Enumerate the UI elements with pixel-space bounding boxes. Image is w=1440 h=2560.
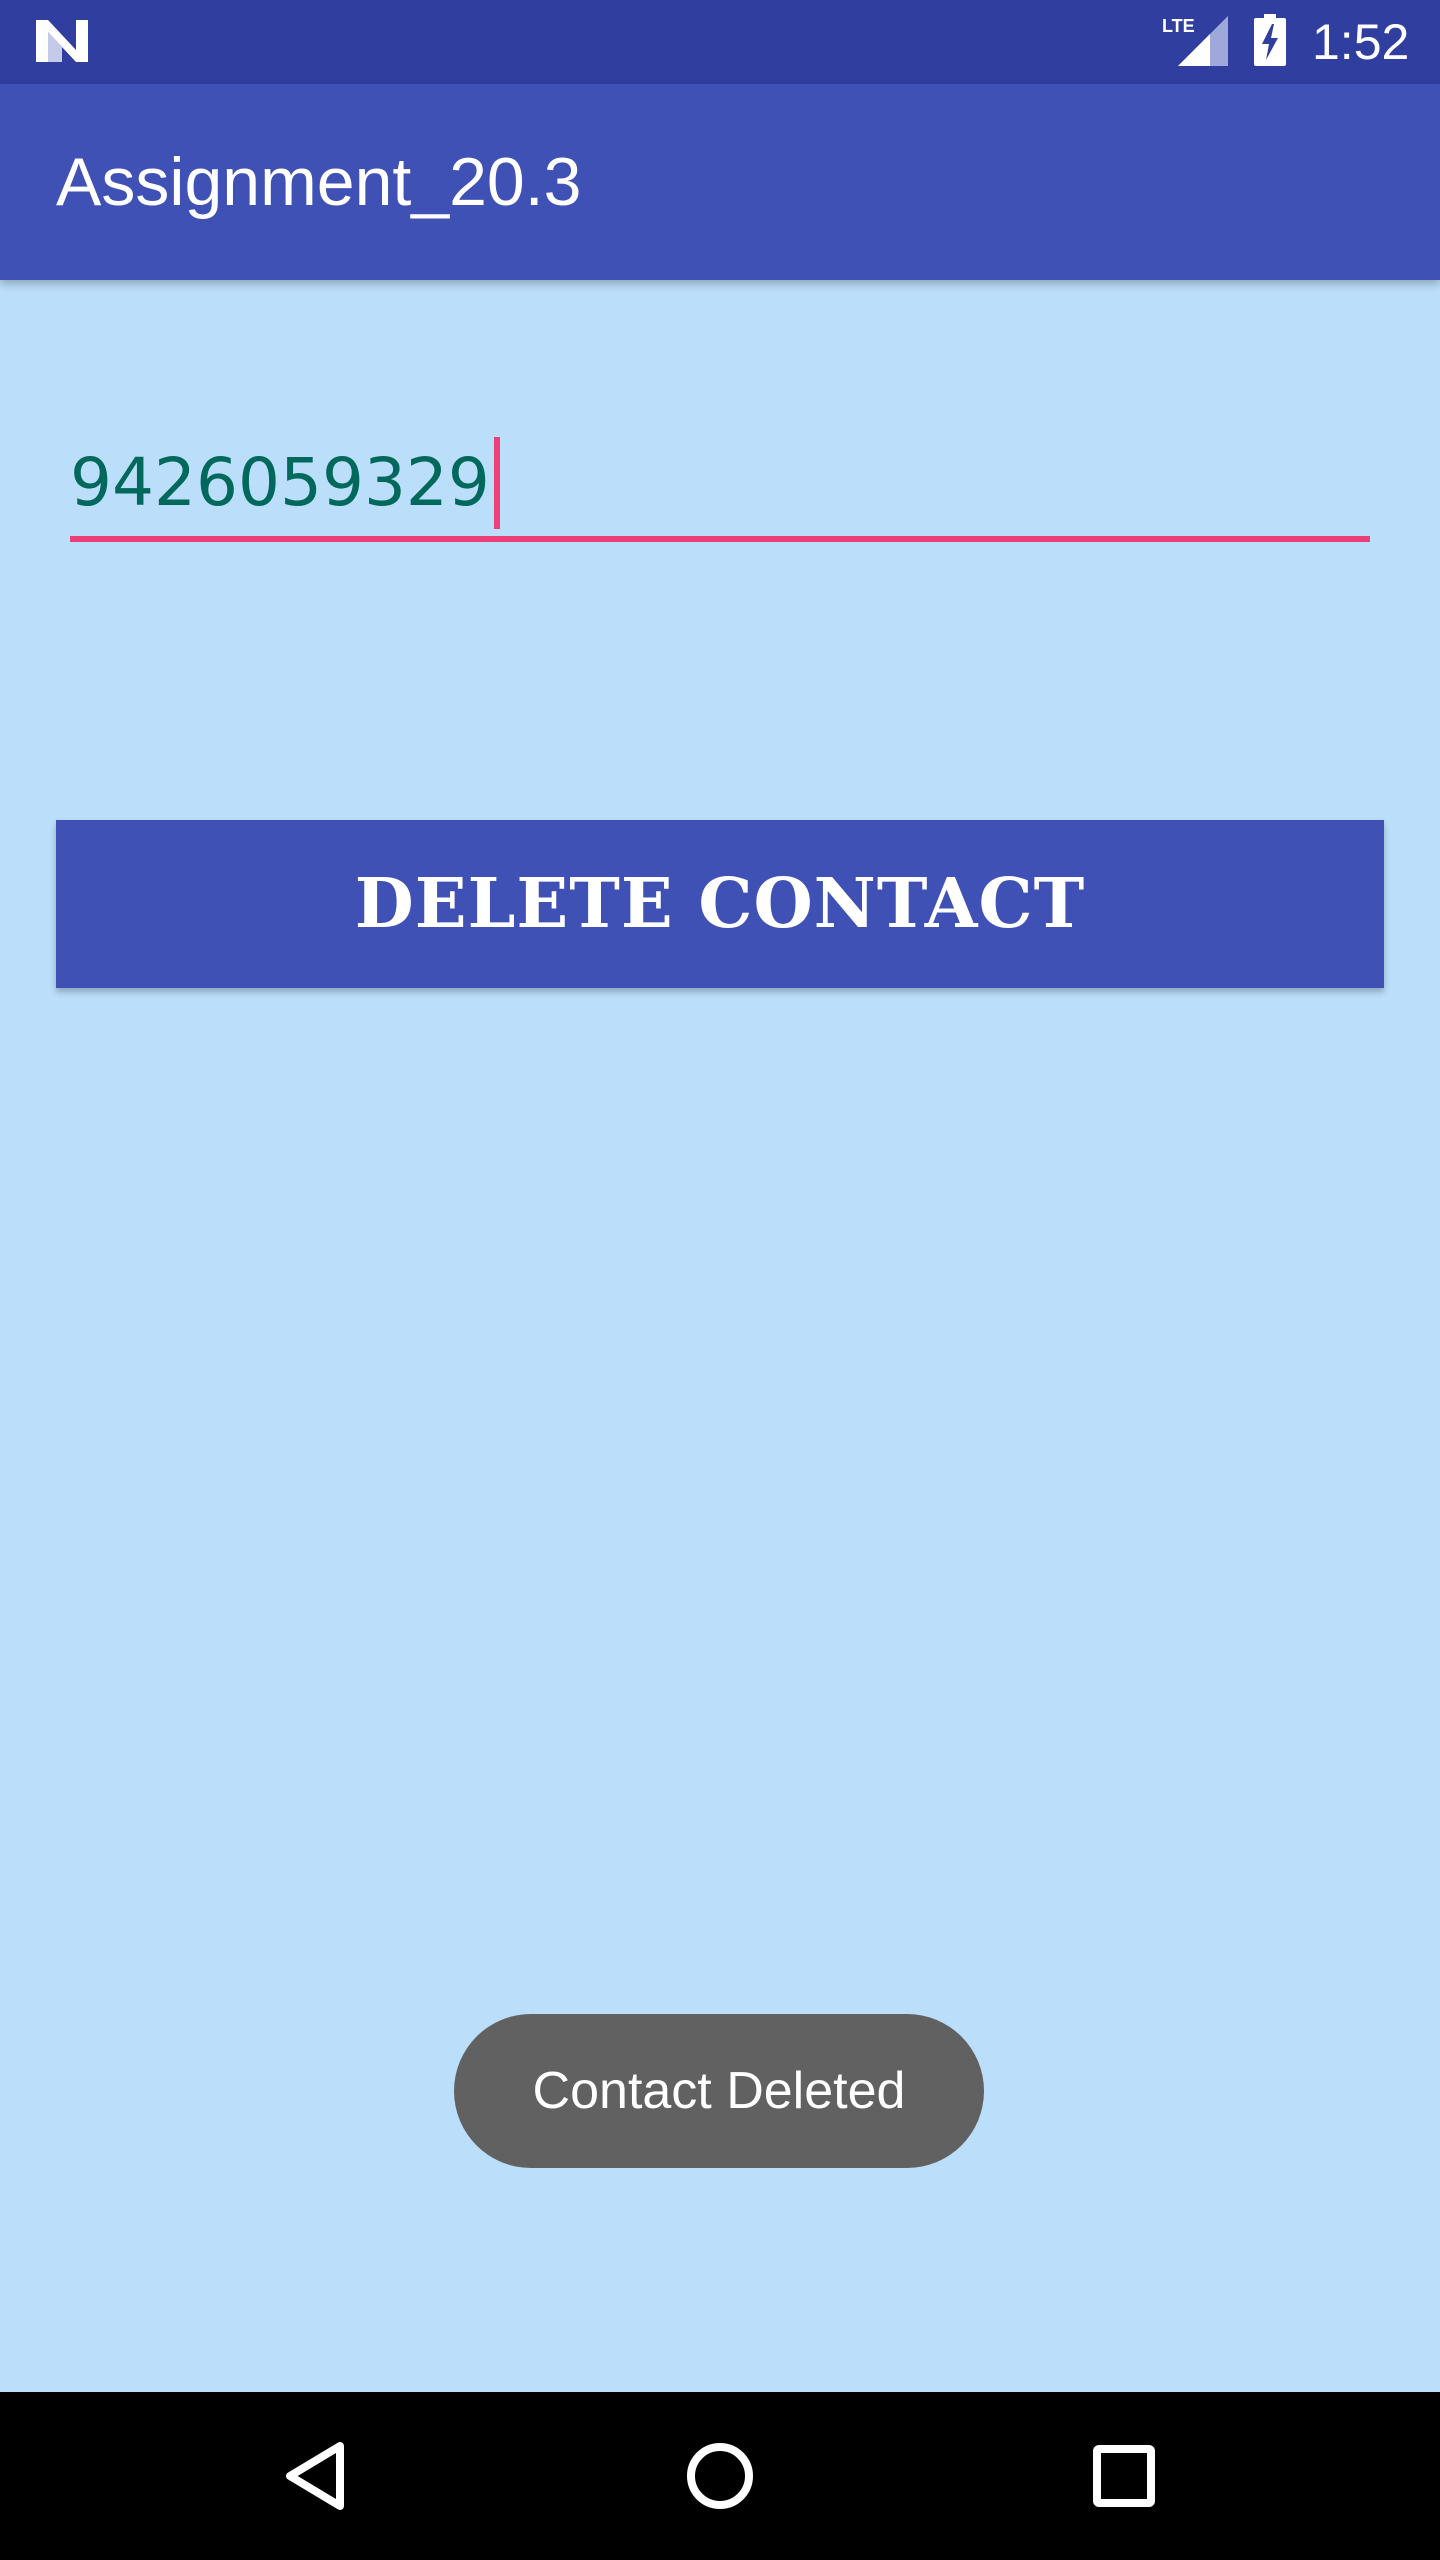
app-screen: LTE 1:52 Assignment_20.3 9426059329 DELE… — [0, 0, 1440, 2560]
back-triangle-icon[interactable] — [266, 2426, 366, 2526]
delete-contact-button[interactable]: DELETE CONTACT — [56, 820, 1384, 988]
text-cursor — [493, 437, 500, 529]
phone-number-value: 9426059329 — [70, 444, 490, 521]
battery-charging-icon — [1254, 14, 1286, 66]
app-bar: Assignment_20.3 — [0, 84, 1440, 280]
status-clock: 1:52 — [1312, 14, 1410, 70]
home-circle-icon[interactable] — [670, 2426, 770, 2526]
n-logo-icon — [36, 20, 88, 62]
recents-square-icon[interactable] — [1074, 2426, 1174, 2526]
status-bar: LTE 1:52 — [0, 0, 1440, 84]
app-title: Assignment_20.3 — [56, 144, 582, 220]
svg-text:LTE: LTE — [1162, 16, 1195, 36]
phone-number-input[interactable]: 9426059329 — [70, 430, 1370, 536]
lte-signal-icon: LTE — [1162, 16, 1228, 66]
phone-input-wrapper: 9426059329 — [70, 430, 1370, 546]
toast-message: Contact Deleted — [454, 2014, 984, 2168]
input-underline — [70, 536, 1370, 542]
navigation-bar — [0, 2392, 1440, 2560]
